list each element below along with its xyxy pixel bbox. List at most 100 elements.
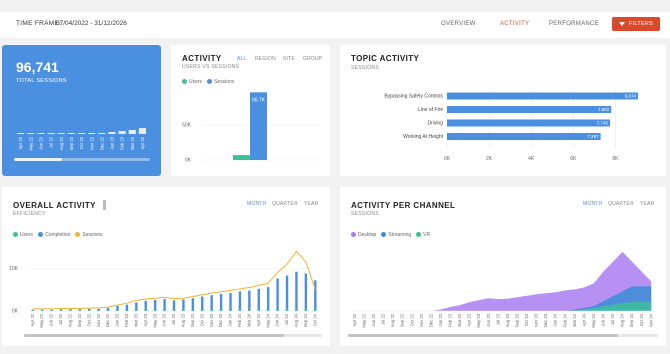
completion-bar bbox=[266, 287, 270, 311]
channel-scroll-thumb bbox=[348, 334, 618, 337]
x-tick-label: Aug 23 bbox=[181, 313, 186, 327]
x-tick-label: Oct 23 bbox=[199, 313, 204, 326]
spark-tick-label: Aug 22 bbox=[59, 136, 64, 150]
x-tick-label: Jul 24 bbox=[610, 313, 615, 325]
users-bar bbox=[191, 309, 195, 311]
completion-bar bbox=[191, 298, 195, 311]
x-tick-label: Apr 24 bbox=[256, 313, 261, 326]
x-tick-label: Aug 24 bbox=[294, 313, 299, 327]
channel-chart: Apr 22 May 22 Jun 22 Jul 22 Aug 22 Sep 22 Oct … bbox=[348, 251, 658, 337]
bar-value-label: 7,745 bbox=[597, 120, 609, 125]
filters-button[interactable]: FILTERS bbox=[612, 17, 660, 31]
nav-activity[interactable]: ACTIVITY bbox=[500, 21, 529, 27]
top-bar: TIME FRAME: 07/04/2022 - 31/12/2026 OVER… bbox=[0, 12, 670, 38]
x-tick-label: Jan 24 bbox=[228, 313, 233, 326]
spark-bar bbox=[17, 133, 25, 134]
bar-value-label: 96.7K bbox=[252, 97, 266, 103]
completion-bar bbox=[285, 275, 289, 311]
y-tick-label: 10K bbox=[9, 266, 19, 272]
x-tick-label: Apr 23 bbox=[467, 313, 472, 326]
x-tick-label: Feb 24 bbox=[562, 313, 567, 327]
spark-tick-label: Jan 23 bbox=[110, 136, 115, 149]
x-tick-label: Mar 24 bbox=[572, 313, 577, 327]
total-sessions-card: 96,741 TOTAL SESSIONS Apr 22 May 22 Jun 22… bbox=[2, 45, 161, 176]
users-bar bbox=[153, 309, 157, 311]
time-frame-value[interactable]: 07/04/2022 - 31/12/2026 bbox=[56, 20, 127, 27]
x-tick-label: 4K bbox=[528, 156, 535, 162]
x-tick-label: May 24 bbox=[265, 313, 270, 327]
spark-tick-label: Nov 22 bbox=[89, 136, 94, 150]
x-tick-label: Jun 23 bbox=[486, 313, 491, 326]
completion-bar bbox=[125, 304, 129, 311]
x-tick-label: Oct 24 bbox=[639, 313, 644, 326]
x-tick-label: Nov 23 bbox=[209, 313, 214, 327]
x-tick-label: Dec 22 bbox=[428, 313, 433, 327]
topic-bar bbox=[447, 106, 612, 113]
spark-tick-label: May 22 bbox=[28, 136, 33, 150]
category-label: Driving bbox=[427, 120, 443, 126]
spark-bar bbox=[67, 133, 75, 134]
x-tick-label: Sep 24 bbox=[303, 313, 308, 327]
x-tick-label: Jul 22 bbox=[381, 313, 386, 325]
x-tick-label: Jul 23 bbox=[495, 313, 500, 325]
x-tick-label: Oct 22 bbox=[409, 313, 414, 326]
overall-chart: 0K 10K Apr 22 May 22 Jun 22 Jul 22 Aug 22 Sep 2… bbox=[9, 250, 322, 337]
users-bar bbox=[135, 309, 138, 311]
y-tick-label: 0K bbox=[185, 158, 192, 164]
completion-bar bbox=[201, 296, 204, 311]
users-bar bbox=[238, 309, 242, 311]
topic-chart: 0K 2K 4K 6K 8K Bypassing Safety Controls 9,074… bbox=[384, 89, 639, 162]
users-bar bbox=[295, 308, 298, 311]
x-tick-label: Oct 24 bbox=[312, 313, 317, 326]
completion-bar bbox=[144, 300, 147, 311]
completion-bar bbox=[314, 280, 317, 311]
spark-bar bbox=[77, 133, 86, 134]
x-tick-label: Sep 23 bbox=[190, 313, 195, 327]
x-tick-label: 0K bbox=[444, 156, 451, 162]
nav-performance[interactable]: PERFORMANCE bbox=[549, 21, 599, 27]
bar-users bbox=[233, 155, 251, 160]
x-tick-label: Nov 24 bbox=[648, 313, 653, 327]
users-bar bbox=[248, 309, 251, 311]
completion-bar bbox=[276, 278, 279, 311]
overall-scroll-thumb bbox=[24, 334, 284, 337]
users-bar bbox=[172, 309, 176, 311]
x-tick-label: Aug 22 bbox=[67, 313, 72, 327]
users-bar bbox=[229, 309, 232, 311]
users-bar bbox=[304, 308, 308, 311]
users-bar bbox=[266, 308, 270, 311]
topic-bar bbox=[447, 133, 601, 140]
x-tick-label: Jun 23 bbox=[162, 313, 167, 326]
users-bar bbox=[314, 308, 317, 311]
x-tick-label: Nov 23 bbox=[534, 313, 539, 327]
completion-bar bbox=[238, 291, 242, 311]
x-tick-label: May 22 bbox=[39, 313, 44, 327]
completion-bar bbox=[172, 300, 176, 311]
y-tick-label: 0K bbox=[12, 309, 19, 315]
x-tick-label: May 24 bbox=[591, 313, 596, 327]
x-tick-label: Sep 22 bbox=[77, 313, 82, 327]
spark-bar bbox=[47, 133, 55, 134]
spark-bar bbox=[128, 130, 136, 134]
x-tick-label: Dec 23 bbox=[543, 313, 548, 327]
x-tick-label: Aug 24 bbox=[620, 313, 625, 327]
x-tick-label: Jul 22 bbox=[58, 313, 63, 325]
x-tick-label: 2K bbox=[486, 156, 493, 162]
spark-bar bbox=[118, 131, 126, 134]
bar-value-label: 7,297 bbox=[587, 134, 599, 139]
x-tick-label: Mar 23 bbox=[457, 313, 462, 327]
spark-bar bbox=[37, 133, 45, 134]
overall-activity-card: OVERALL ACTIVITY EFFICIENCY MONTH QUARTE… bbox=[2, 187, 330, 346]
nav-overview[interactable]: OVERVIEW bbox=[441, 21, 476, 27]
x-tick-label: Sep 24 bbox=[629, 313, 634, 327]
x-tick-label: Jul 24 bbox=[284, 313, 289, 325]
completion-bar bbox=[106, 308, 110, 311]
x-tick-label: Apr 24 bbox=[581, 313, 586, 326]
activity-chart: 0K 50K 96.7K bbox=[182, 92, 321, 164]
completion-bar bbox=[219, 293, 223, 311]
filters-label: FILTERS bbox=[628, 21, 654, 27]
spark-tick-label: Mar 23 bbox=[130, 136, 135, 150]
completion-bar bbox=[116, 305, 119, 311]
y-tick-label: 50K bbox=[182, 123, 192, 129]
x-tick-label: Aug 22 bbox=[390, 313, 395, 327]
